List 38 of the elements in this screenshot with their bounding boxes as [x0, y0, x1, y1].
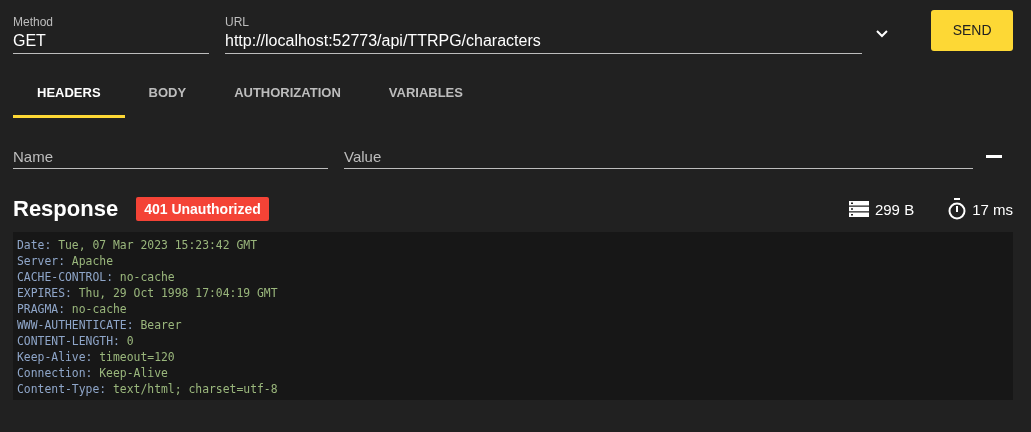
response-time: 17 ms	[972, 200, 1013, 218]
method-field[interactable]: GET	[13, 28, 209, 54]
value-field[interactable]: Value	[344, 144, 973, 169]
tab[interactable]: VARIABLES	[364, 71, 487, 118]
header-value: Keep-Alive	[99, 366, 168, 380]
url-field[interactable]: http://localhost:52773/api/TTRPG/characters	[225, 28, 863, 54]
header-name: Content-Type:	[17, 382, 107, 396]
header-value: Apache	[71, 254, 113, 268]
tab[interactable]: HEADERS	[13, 71, 125, 118]
header-value: Tue, 07 Mar 2023 15:23:42 GMT	[58, 238, 257, 252]
header-value: 0	[126, 334, 134, 348]
status-badge: 401 Unauthorized	[136, 197, 269, 221]
header-value: no-cache	[119, 270, 175, 284]
header-value: Bearer	[140, 318, 182, 332]
name-field[interactable]: Name	[13, 144, 328, 169]
header-name: EXPIRES:	[17, 286, 72, 300]
header-name: Date:	[17, 238, 52, 252]
url-label: URL	[225, 14, 250, 29]
tab[interactable]: AUTHORIZATION	[210, 71, 365, 118]
header-value: text/html; charset=utf-8	[113, 382, 278, 396]
header-name: CACHE-CONTROL:	[17, 270, 113, 284]
response-title: Response	[13, 196, 119, 222]
header-value: Thu, 29 Oct 1998 17:04:19 GMT	[78, 286, 278, 300]
storage-icon	[848, 201, 869, 217]
method-label: Method	[13, 14, 55, 29]
header-value: timeout=120	[99, 350, 175, 364]
header-name: WWW-AUTHENTICATE:	[17, 318, 134, 332]
tab[interactable]: BODY	[124, 71, 211, 118]
header-name: PRAGMA:	[17, 302, 65, 316]
header-name: Connection:	[17, 366, 93, 380]
header-name: Keep-Alive:	[17, 350, 93, 364]
response-size: 299 B	[874, 200, 915, 218]
chevron-down-icon[interactable]	[876, 30, 889, 38]
header-value: no-cache	[71, 302, 127, 316]
header-name: CONTENT-LENGTH:	[17, 334, 120, 348]
header-name: Server:	[17, 254, 65, 268]
send-button[interactable]: SEND	[931, 9, 1013, 51]
stopwatch-icon	[948, 198, 967, 220]
